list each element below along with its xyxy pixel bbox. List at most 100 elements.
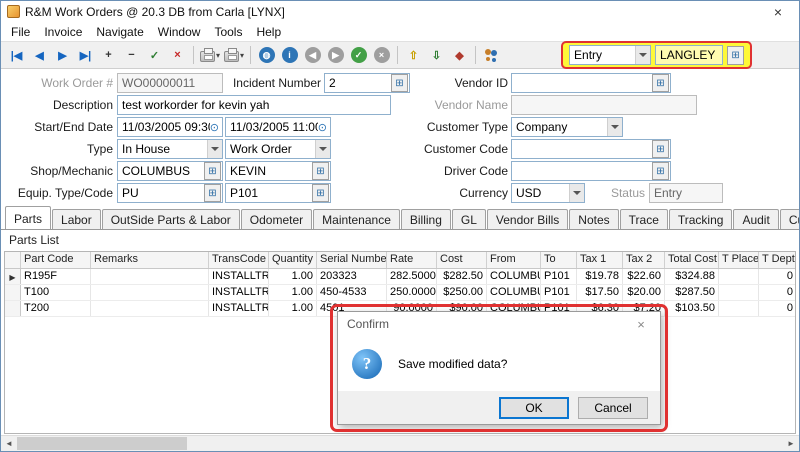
grid-cell[interactable]: 203323 [317, 269, 387, 284]
delete-record-icon[interactable]: − [120, 44, 143, 66]
last-record-icon[interactable]: ▶| [74, 44, 97, 66]
grid-cell[interactable] [91, 301, 209, 316]
chevron-down-icon[interactable] [607, 118, 622, 136]
grid-col-total-cost[interactable]: Total Cost [665, 252, 719, 268]
tab-outside-parts-labor[interactable]: OutSide Parts & Labor [102, 209, 240, 229]
lookup-icon[interactable]: ⊞ [652, 74, 669, 92]
scroll-right-icon[interactable]: ► [783, 436, 799, 451]
table-row[interactable]: T100INSTALLTR1.00450-4533250.0000$250.00… [5, 285, 795, 301]
redo-icon[interactable]: ▶ [324, 44, 347, 66]
menu-navigate[interactable]: Navigate [89, 24, 150, 40]
grid-cell[interactable]: 0 [759, 301, 796, 316]
chevron-down-icon[interactable] [207, 140, 222, 158]
grid-col-cost[interactable]: Cost [437, 252, 487, 268]
grid-col-from[interactable]: From [487, 252, 541, 268]
ok-button[interactable]: OK [499, 397, 569, 419]
grid-cell[interactable]: 282.5000 [387, 269, 437, 284]
equip-code-field[interactable]: P101 ⊞ [225, 183, 331, 203]
first-record-icon[interactable]: |◀ [5, 44, 28, 66]
chevron-down-icon[interactable]: ▾ [216, 51, 220, 60]
tab-odometer[interactable]: Odometer [241, 209, 312, 229]
lookup-icon[interactable]: ⊞ [204, 184, 221, 202]
users-icon[interactable] [480, 44, 503, 66]
lookup-icon[interactable]: ⊞ [204, 162, 221, 180]
grid-cell[interactable]: 0 [759, 285, 796, 300]
grid-cell[interactable]: $282.50 [437, 269, 487, 284]
grid-cell[interactable]: $324.88 [665, 269, 719, 284]
grid-cell[interactable]: 1.00 [269, 301, 317, 316]
close-icon[interactable]: × [631, 317, 651, 332]
cancel-edit-icon[interactable]: × [166, 44, 189, 66]
grid-cell[interactable]: 1.00 [269, 269, 317, 284]
approve-icon[interactable]: ✓ [347, 44, 370, 66]
grid-cell[interactable]: $250.00 [437, 285, 487, 300]
grid-cell[interactable]: INSTALLTR [209, 301, 269, 316]
menu-tools[interactable]: Tools [207, 24, 249, 40]
status-field[interactable]: Entry [649, 183, 723, 203]
entry-status-combo[interactable]: Entry [569, 45, 651, 65]
menu-invoice[interactable]: Invoice [37, 24, 89, 40]
user-lookup-button[interactable]: ⊞ [727, 46, 744, 65]
menu-help[interactable]: Help [249, 24, 288, 40]
tab-custom-def-s[interactable]: Custom Def's [780, 209, 800, 229]
grid-cell[interactable]: $103.50 [665, 301, 719, 316]
work-order-field[interactable]: WO00000011 [117, 73, 223, 93]
grid-cell[interactable]: $19.78 [577, 269, 623, 284]
grid-cell[interactable]: INSTALLTR [209, 285, 269, 300]
post-edit-icon[interactable]: ✓ [143, 44, 166, 66]
grid-cell[interactable] [91, 269, 209, 284]
chevron-down-icon[interactable] [315, 140, 330, 158]
scroll-thumb[interactable] [17, 437, 187, 450]
vendor-id-field[interactable]: ⊞ [511, 73, 671, 93]
tab-parts[interactable]: Parts [5, 206, 51, 229]
description-field[interactable]: test workorder for kevin yah [117, 95, 391, 115]
grid-col-remarks[interactable]: Remarks [91, 252, 209, 268]
vendor-name-field[interactable] [511, 95, 697, 115]
grid-cell[interactable]: $17.50 [577, 285, 623, 300]
grid-cell[interactable]: INSTALLTR [209, 269, 269, 284]
lookup-icon[interactable]: ⊞ [312, 162, 329, 180]
tab-billing[interactable]: Billing [401, 209, 451, 229]
grid-cell[interactable] [91, 285, 209, 300]
grid-col-t-depth[interactable]: T Depth [759, 252, 796, 268]
grid-cell[interactable] [719, 269, 759, 284]
info-icon[interactable]: i [278, 44, 301, 66]
grid-col-t-place[interactable]: T Place [719, 252, 759, 268]
grid-cell[interactable]: P101 [541, 285, 577, 300]
customer-code-field[interactable]: ⊞ [511, 139, 671, 159]
lookup-icon[interactable]: ⊞ [652, 140, 669, 158]
grid-cell[interactable]: P101 [541, 269, 577, 284]
grid-cell[interactable]: 1.00 [269, 285, 317, 300]
mechanic-field[interactable]: KEVIN ⊞ [225, 161, 331, 181]
grid-cell[interactable] [719, 301, 759, 316]
horizontal-scrollbar[interactable]: ◄ ► [1, 435, 799, 451]
lookup-icon[interactable]: ⊞ [312, 184, 329, 202]
grid-cell[interactable] [719, 285, 759, 300]
grid-cell[interactable]: $22.60 [623, 269, 665, 284]
grid-cell[interactable]: $287.50 [665, 285, 719, 300]
grid-cell[interactable]: R195F [21, 269, 91, 284]
tab-vendor-bills[interactable]: Vendor Bills [487, 209, 568, 229]
cancel-button[interactable]: Cancel [578, 397, 648, 419]
security-icon[interactable]: ◆ [448, 44, 471, 66]
insert-record-icon[interactable]: + [97, 44, 120, 66]
undo-icon[interactable]: ◀ [301, 44, 324, 66]
lookup-icon[interactable]: ⊞ [652, 162, 669, 180]
tab-gl[interactable]: GL [452, 209, 486, 229]
print-icon[interactable]: ▾ [198, 44, 222, 66]
import-icon[interactable]: ⇩ [425, 44, 448, 66]
grid-cell[interactable]: T200 [21, 301, 91, 316]
shop-field[interactable]: COLUMBUS ⊞ [117, 161, 223, 181]
chevron-down-icon[interactable]: ▾ [240, 51, 244, 60]
grid-cell[interactable]: $20.00 [623, 285, 665, 300]
export-icon[interactable]: ⇧ [402, 44, 425, 66]
menu-window[interactable]: Window [151, 24, 208, 40]
next-record-icon[interactable]: ▶ [51, 44, 74, 66]
end-date-field[interactable]: 11/03/2005 11:00:0 ⊙ [225, 117, 331, 137]
print-preview-icon[interactable]: ▾ [222, 44, 246, 66]
customer-type-combo[interactable]: Company [511, 117, 623, 137]
tab-labor[interactable]: Labor [52, 209, 101, 229]
grid-col-rate[interactable]: Rate [387, 252, 437, 268]
type-combo-1[interactable]: In House [117, 139, 223, 159]
scroll-left-icon[interactable]: ◄ [1, 436, 17, 451]
